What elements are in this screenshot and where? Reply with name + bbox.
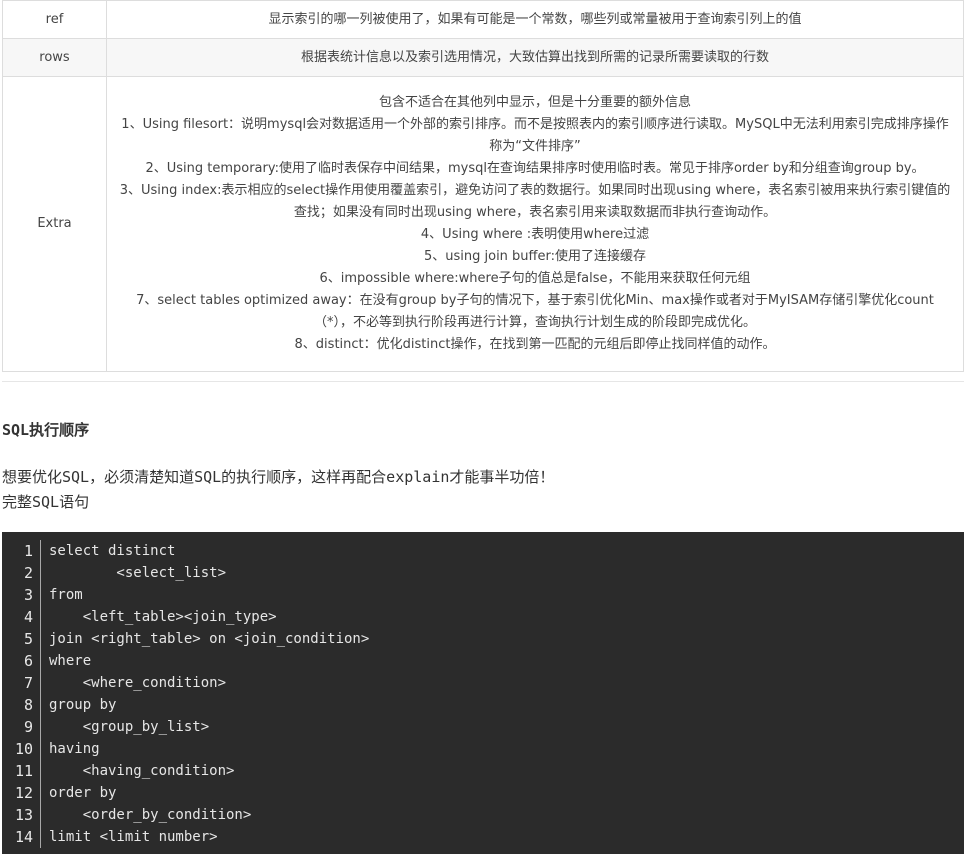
code-line: 6 where bbox=[2, 650, 964, 672]
code-line: 14 limit <limit number> bbox=[2, 826, 964, 848]
line-number: 11 bbox=[2, 760, 41, 782]
extra-line: 8、distinct：优化distinct操作，在找到第一匹配的元组后即停止找同… bbox=[294, 337, 776, 352]
code-line: 5 join <right_table> on <join_condition> bbox=[2, 628, 964, 650]
line-number: 8 bbox=[2, 694, 41, 716]
code-line: 7 <where_condition> bbox=[2, 672, 964, 694]
line-number: 7 bbox=[2, 672, 41, 694]
code-text: <having_condition> bbox=[49, 763, 235, 779]
line-number: 3 bbox=[2, 584, 41, 606]
code-line: 3 from bbox=[2, 584, 964, 606]
code-line: 10 having bbox=[2, 738, 964, 760]
code-line: 13 <order_by_condition> bbox=[2, 804, 964, 826]
code-text: having bbox=[49, 741, 100, 757]
code-text: <group_by_list> bbox=[49, 719, 210, 735]
table-row: Extra 包含不适合在其他列中显示，但是十分重要的额外信息 1、Using f… bbox=[2, 76, 964, 372]
extra-line: 4、Using where :表明使用where过滤 bbox=[420, 227, 650, 242]
table-cell-key: ref bbox=[2, 0, 107, 39]
line-number: 2 bbox=[2, 562, 41, 584]
line-number: 13 bbox=[2, 804, 41, 826]
code-line: 8 group by bbox=[2, 694, 964, 716]
code-line: 9 <group_by_list> bbox=[2, 716, 964, 738]
code-text: where bbox=[49, 653, 92, 669]
line-number: 5 bbox=[2, 628, 41, 650]
table-cell-desc: 包含不适合在其他列中显示，但是十分重要的额外信息 1、Using filesor… bbox=[106, 76, 964, 372]
divider bbox=[2, 381, 964, 382]
line-number: 10 bbox=[2, 738, 41, 760]
paragraph-line: 完整SQL语句 bbox=[2, 493, 90, 511]
line-number: 9 bbox=[2, 716, 41, 738]
code-line: 11 <having_condition> bbox=[2, 760, 964, 782]
code-text: <where_condition> bbox=[49, 675, 227, 691]
section-heading: SQL执行顺序 bbox=[2, 421, 90, 439]
line-number: 4 bbox=[2, 606, 41, 628]
line-number: 12 bbox=[2, 782, 41, 804]
code-text: order by bbox=[49, 785, 117, 801]
code-text: from bbox=[49, 587, 83, 603]
code-text: <left_table><join_type> bbox=[49, 609, 277, 625]
paragraph-line: 想要优化SQL，必须清楚知道SQL的执行顺序，这样再配合explain才能事半功… bbox=[2, 468, 555, 486]
extra-line: 3、Using index:表示相应的select操作用使用覆盖索引，避免访问了… bbox=[119, 183, 951, 220]
table-cell-key: rows bbox=[2, 38, 107, 77]
code-text: <order_by_condition> bbox=[49, 807, 252, 823]
code-line: 4 <left_table><join_type> bbox=[2, 606, 964, 628]
line-number: 6 bbox=[2, 650, 41, 672]
code-block: 1 select distinct 2 <select_list> 3 from 4 <l… bbox=[2, 532, 964, 854]
code-line: 12 order by bbox=[2, 782, 964, 804]
extra-line: 7、select tables optimized away：在没有group … bbox=[136, 293, 934, 330]
code-text: limit <limit number> bbox=[49, 829, 218, 845]
table-row: rows 根据表统计信息以及索引选用情况，大致估算出找到所需的记录所需要读取的行… bbox=[2, 38, 964, 77]
code-text: select distinct bbox=[49, 543, 176, 559]
line-number: 1 bbox=[2, 540, 41, 562]
code-text: join <right_table> on <join_condition> bbox=[49, 631, 370, 647]
extra-line: 6、impossible where:where子句的值总是false，不能用来… bbox=[319, 271, 751, 286]
line-number: 14 bbox=[2, 826, 41, 848]
extra-line: 1、Using filesort：说明mysql会对数据适用一个外部的索引排序。… bbox=[121, 117, 949, 154]
code-text: <select_list> bbox=[49, 565, 227, 581]
extra-line: 5、using join buffer:使用了连接缓存 bbox=[423, 249, 646, 264]
code-text: group by bbox=[49, 697, 117, 713]
table-cell-key: Extra bbox=[2, 76, 107, 372]
table-row: ref 显示索引的哪一列被使用了，如果有可能是一个常数，哪些列或常量被用于查询索… bbox=[2, 0, 964, 39]
table-cell-desc: 显示索引的哪一列被使用了，如果有可能是一个常数，哪些列或常量被用于查询索引列上的… bbox=[106, 0, 964, 39]
code-line: 1 select distinct bbox=[2, 540, 964, 562]
extra-line: 2、Using temporary:使用了临时表保存中间结果，mysql在查询结… bbox=[145, 161, 925, 176]
code-line: 2 <select_list> bbox=[2, 562, 964, 584]
extra-line: 包含不适合在其他列中显示，但是十分重要的额外信息 bbox=[378, 95, 691, 110]
intro-paragraph: 想要优化SQL，必须清楚知道SQL的执行顺序，这样再配合explain才能事半功… bbox=[2, 465, 554, 515]
table-cell-desc: 根据表统计信息以及索引选用情况，大致估算出找到所需的记录所需要读取的行数 bbox=[106, 38, 964, 77]
explain-columns-table: ref 显示索引的哪一列被使用了，如果有可能是一个常数，哪些列或常量被用于查询索… bbox=[2, 0, 964, 372]
